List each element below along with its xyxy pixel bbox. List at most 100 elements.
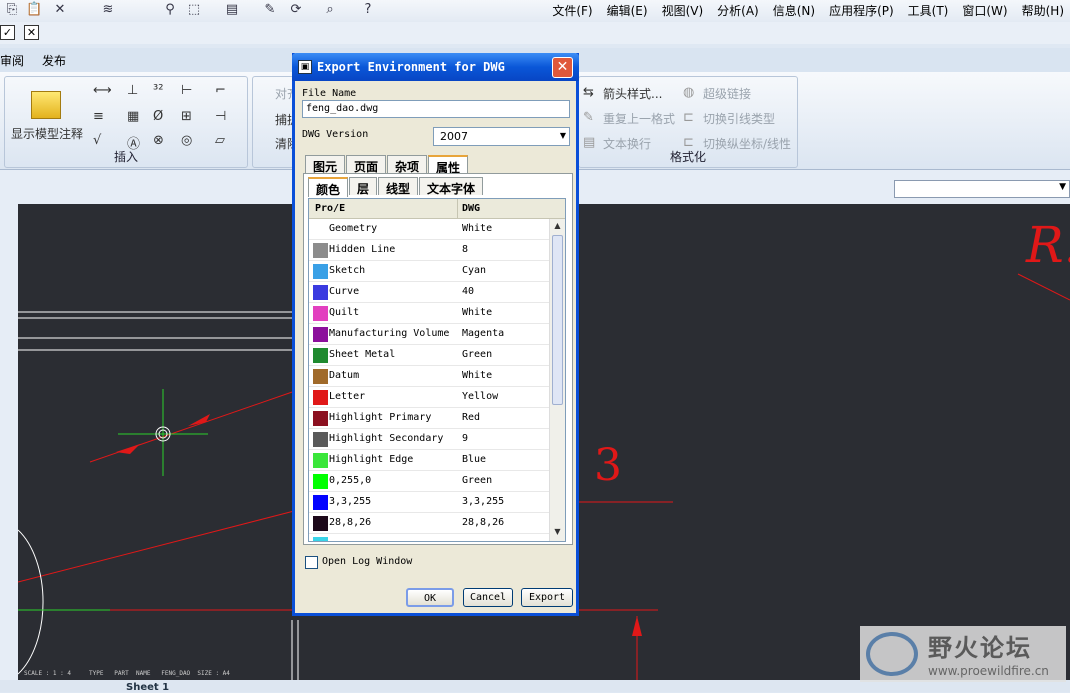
repeat-format-item[interactable]: 重复上一格式 xyxy=(603,110,675,127)
table-row[interactable]: 0,255,0 Green xyxy=(309,471,551,492)
datum-target-icon[interactable]: ⊗ xyxy=(153,133,164,148)
dwg-color-value[interactable]: Blue xyxy=(462,454,486,465)
show-model-annotations-button[interactable]: 显示模型注释 xyxy=(11,125,83,142)
dwg-color-value[interactable]: Green xyxy=(462,349,492,360)
hyperlink-item[interactable]: 超级链接 xyxy=(703,85,751,102)
table-scrollbar[interactable]: ▲ ▼ xyxy=(549,219,565,541)
scroll-down-icon[interactable]: ▼ xyxy=(552,527,563,539)
surface-finish-icon[interactable]: √ xyxy=(93,133,101,148)
menu-file[interactable]: 文件(F) xyxy=(552,2,592,19)
help-cursor-icon[interactable]: ? xyxy=(360,2,376,18)
table-row[interactable]: Sheet Metal Green xyxy=(309,345,551,366)
table-row[interactable] xyxy=(309,534,551,541)
zoom-icon[interactable]: ⌕ xyxy=(322,2,338,18)
delete-icon[interactable]: ✕ xyxy=(52,2,68,18)
export-button[interactable]: Export xyxy=(521,588,573,607)
table-row[interactable]: Highlight Primary Red xyxy=(309,408,551,429)
table-icon[interactable]: ▦ xyxy=(127,109,139,124)
table-row[interactable]: Sketch Cyan xyxy=(309,261,551,282)
cancel-button[interactable]: Cancel xyxy=(463,588,513,607)
dwg-color-value[interactable]: White xyxy=(462,223,492,234)
tab-entities[interactable]: 图元 xyxy=(305,155,346,174)
dialog-titlebar[interactable]: ▣ Export Environment for DWG ✕ xyxy=(292,53,579,81)
dwg-color-value[interactable]: White xyxy=(462,370,492,381)
menu-help[interactable]: 帮助(H) xyxy=(1022,2,1064,19)
open-log-window-checkbox[interactable] xyxy=(305,556,318,569)
menu-applications[interactable]: 应用程序(P) xyxy=(829,2,894,19)
dwg-color-value[interactable]: Green xyxy=(462,475,492,486)
table-row[interactable]: Hidden Line 8 xyxy=(309,240,551,261)
regenerate-icon[interactable]: ⟳ xyxy=(288,2,304,18)
menu-analysis[interactable]: 分析(A) xyxy=(717,2,759,19)
menu-view[interactable]: 视图(V) xyxy=(662,2,704,19)
file-name-input[interactable]: feng_dao.dwg xyxy=(302,100,570,118)
subtab-layer[interactable]: 层 xyxy=(349,177,378,196)
tab-review[interactable]: 审阅 xyxy=(0,52,24,69)
dwg-color-value[interactable]: White xyxy=(462,307,492,318)
copy-icon[interactable]: ⎘ xyxy=(4,2,20,18)
ordinate-icon[interactable]: ⊥ xyxy=(127,83,138,98)
sketch-icon[interactable]: ▱ xyxy=(215,133,225,148)
binoculars-icon[interactable]: ⚲ xyxy=(162,2,178,18)
balloon-icon[interactable]: ◎ xyxy=(181,133,192,148)
paste-icon[interactable]: 📋 xyxy=(26,2,42,18)
menu-tools[interactable]: 工具(T) xyxy=(908,2,949,19)
checkbox-icon[interactable]: ✓ xyxy=(0,25,15,40)
sheet-tab[interactable]: Sheet 1 xyxy=(126,682,169,693)
sheet-icon[interactable]: ▤ xyxy=(224,2,240,18)
dwg-color-value[interactable]: Red xyxy=(462,412,480,423)
arrow-style-item[interactable]: 箭头样式... xyxy=(603,85,662,102)
align-icon[interactable]: ⊣ xyxy=(215,109,226,124)
layers-icon[interactable]: ≋ xyxy=(100,2,116,18)
dwg-color-value[interactable]: Yellow xyxy=(462,391,498,402)
dwg-version-select[interactable]: 2007 ▼ xyxy=(433,127,570,146)
dwg-color-value[interactable]: 40 xyxy=(462,286,474,297)
close-window-icon[interactable]: ✕ xyxy=(24,25,39,40)
menu-info[interactable]: 信息(N) xyxy=(773,2,815,19)
scroll-up-icon[interactable]: ▲ xyxy=(552,221,563,233)
column-header-proe[interactable]: Pro/E xyxy=(315,203,345,214)
table-row[interactable]: 28,8,26 28,8,26 xyxy=(309,513,551,534)
tab-misc[interactable]: 杂项 xyxy=(387,155,428,174)
dwg-color-value[interactable]: Magenta xyxy=(462,328,504,339)
dimension-icon[interactable]: ⟷ xyxy=(93,83,112,98)
dwg-color-value[interactable]: 9 xyxy=(462,433,468,444)
select-box-icon[interactable]: ⬚ xyxy=(186,2,202,18)
show-model-annotations-icon[interactable] xyxy=(31,91,61,119)
subtab-linetype[interactable]: 线型 xyxy=(378,177,419,196)
dwg-color-value[interactable]: 3,3,255 xyxy=(462,496,504,507)
table-row[interactable]: 3,3,255 3,3,255 xyxy=(309,492,551,513)
table-row[interactable]: Datum White xyxy=(309,366,551,387)
tab-page[interactable]: 页面 xyxy=(346,155,387,174)
menu-edit[interactable]: 编辑(E) xyxy=(607,2,648,19)
subtab-text-font[interactable]: 文本字体 xyxy=(419,177,484,196)
menu-window[interactable]: 窗口(W) xyxy=(962,2,1007,19)
subtab-color[interactable]: 颜色 xyxy=(308,177,349,197)
dwg-color-value[interactable]: Cyan xyxy=(462,265,486,276)
tab-publish[interactable]: 发布 xyxy=(42,52,66,69)
table-row[interactable]: Geometry White xyxy=(309,219,551,240)
ok-button[interactable]: OK xyxy=(406,588,454,607)
tab-properties[interactable]: 属性 xyxy=(428,155,469,175)
table-row[interactable]: Letter Yellow xyxy=(309,387,551,408)
angle-dim-icon[interactable]: ⊢ xyxy=(181,83,192,98)
arrow-style-icon[interactable]: ⇆ xyxy=(583,85,594,100)
filter-dropdown[interactable]: ▼ xyxy=(894,180,1070,198)
toggle-leader-type-item[interactable]: 切换引线类型 xyxy=(703,110,775,127)
table-row[interactable]: Quilt White xyxy=(309,303,551,324)
dwg-color-value[interactable]: 28,8,26 xyxy=(462,517,504,528)
datum-icon[interactable]: ⊞ xyxy=(181,109,192,124)
table-row[interactable]: Manufacturing Volume Magenta xyxy=(309,324,551,345)
close-button[interactable]: ✕ xyxy=(552,57,573,78)
table-row[interactable]: Curve 40 xyxy=(309,282,551,303)
leader-icon[interactable]: ⌐ xyxy=(215,83,226,98)
edit-icon[interactable]: ✎ xyxy=(262,2,278,18)
table-row[interactable]: Highlight Edge Blue xyxy=(309,450,551,471)
column-header-dwg[interactable]: DWG xyxy=(462,203,480,214)
scroll-thumb[interactable] xyxy=(552,235,563,405)
note-icon[interactable]: ≡ xyxy=(93,109,104,124)
table-row[interactable]: Highlight Secondary 9 xyxy=(309,429,551,450)
symbol-icon[interactable]: Ø xyxy=(153,109,163,124)
dwg-color-value[interactable]: 8 xyxy=(462,244,468,255)
dimension-text-icon[interactable]: ³² xyxy=(153,83,163,98)
